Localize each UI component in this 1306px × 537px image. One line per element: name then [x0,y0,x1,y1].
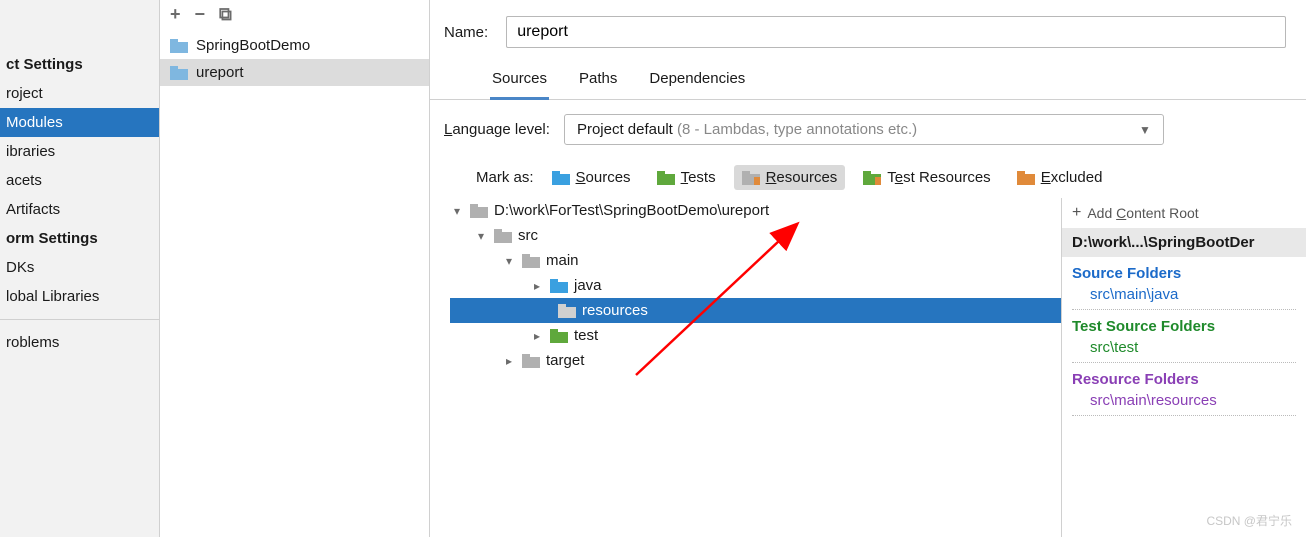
module-detail-panel: Name: Sources Paths Dependencies Languag… [430,0,1306,537]
mark-resources-button[interactable]: Resources [734,165,846,190]
plus-icon: + [1072,204,1081,222]
add-content-root-button[interactable]: + Add Content Root [1062,198,1306,228]
tab-paths[interactable]: Paths [577,62,619,99]
tree-label: src [518,227,538,244]
expand-toggle-icon[interactable]: ▸ [530,279,544,293]
module-item-ureport[interactable]: ureport [160,59,429,86]
mark-excluded-button[interactable]: Excluded [1009,165,1111,190]
tree-label: D:\work\ForTest\SpringBootDemo\ureport [494,202,769,219]
sidebar-item-project[interactable]: roject [0,79,159,108]
tab-sources[interactable]: Sources [490,62,549,100]
folder-icon [550,279,568,293]
modules-panel: + − ⧉ SpringBootDemo ureport [160,0,430,537]
expand-toggle-icon[interactable]: ▾ [474,229,488,243]
resources-folder-icon [742,171,760,185]
tree-label: test [574,327,598,344]
content-roots-panel: + Add Content Root D:\work\...\SpringBoo… [1061,198,1306,537]
tab-dependencies[interactable]: Dependencies [647,62,747,99]
expand-toggle-icon[interactable]: ▾ [502,254,516,268]
name-label: Name: [444,24,488,41]
module-item-label: ureport [196,64,244,81]
sources-folder-icon [552,171,570,185]
modules-toolbar: + − ⧉ [160,0,429,28]
sidebar-section-platform-settings: orm Settings [0,224,159,253]
sidebar-item-sdks[interactable]: DKs [0,253,159,282]
tree-row-src[interactable]: ▾ src [450,223,1061,248]
tree-label: target [546,352,584,369]
excluded-folder-icon [1017,171,1035,185]
add-module-button[interactable]: + [170,5,181,23]
module-icon [170,39,188,53]
folder-test-path[interactable]: src\test [1072,337,1296,363]
mark-sources-button[interactable]: Sources [544,165,639,190]
remove-module-button[interactable]: − [195,5,206,23]
sidebar-item-modules[interactable]: Modules [0,108,159,137]
module-tabs: Sources Paths Dependencies [430,62,1306,100]
module-item-springbootdemo[interactable]: SpringBootDemo [160,32,429,59]
sidebar-item-libraries[interactable]: ibraries [0,137,159,166]
test-resources-folder-icon [863,171,881,185]
mark-as-label: Mark as: [476,169,534,186]
folder-icon [550,329,568,343]
language-level-select[interactable]: Project default (8 - Lambdas, type annot… [564,114,1164,145]
mark-as-row: Mark as: Sources Tests Resources Test Re… [430,159,1306,198]
folder-icon [522,254,540,268]
tree-row-target[interactable]: ▸ target [450,348,1061,373]
language-level-hint: (8 - Lambdas, type annotations etc.) [677,121,917,138]
sidebar-item-global-libraries[interactable]: lobal Libraries [0,282,159,311]
folder-resources-path[interactable]: src\main\resources [1072,390,1296,416]
expand-toggle-icon[interactable]: ▸ [502,354,516,368]
tree-row-test[interactable]: ▸ test [450,323,1061,348]
folder-icon [494,229,512,243]
mark-test-resources-button[interactable]: Test Resources [855,165,998,190]
content-root-path[interactable]: D:\work\...\SpringBootDer [1062,228,1306,257]
tree-label: java [574,277,602,294]
sidebar-item-facets[interactable]: acets [0,166,159,195]
folder-java-path[interactable]: src\main\java [1072,284,1296,310]
sidebar-item-artifacts[interactable]: Artifacts [0,195,159,224]
group-source-folders: Source Folders [1062,257,1306,284]
folder-icon [470,204,488,218]
expand-toggle-icon[interactable]: ▸ [530,329,544,343]
modules-list: SpringBootDemo ureport [160,28,429,86]
chevron-down-icon: ▼ [1139,123,1151,137]
module-item-label: SpringBootDemo [196,37,310,54]
copy-module-button[interactable]: ⧉ [219,5,232,23]
module-icon [170,66,188,80]
language-level-value: Project default [577,121,673,138]
tree-row-main[interactable]: ▾ main [450,248,1061,273]
folder-icon [522,354,540,368]
group-resource-folders: Resource Folders [1062,363,1306,390]
tree-row-java[interactable]: ▸ java [450,273,1061,298]
folder-icon [558,304,576,318]
settings-sidebar: ct Settings roject Modules ibraries acet… [0,0,160,537]
mark-tests-button[interactable]: Tests [649,165,724,190]
tree-label: main [546,252,579,269]
sidebar-section-project-settings: ct Settings [0,50,159,79]
tree-label: resources [582,302,648,319]
tests-folder-icon [657,171,675,185]
group-test-source-folders: Test Source Folders [1062,310,1306,337]
sidebar-item-problems[interactable]: roblems [0,328,159,357]
source-folders-tree: ▾ D:\work\ForTest\SpringBootDemo\ureport… [430,198,1061,537]
expand-toggle-icon[interactable]: ▾ [450,204,464,218]
name-input[interactable] [506,16,1286,48]
tree-row-root[interactable]: ▾ D:\work\ForTest\SpringBootDemo\ureport [450,198,1061,223]
language-level-label: Language level: [444,121,550,138]
tree-row-resources[interactable]: resources [450,298,1061,323]
sidebar-divider [0,319,159,320]
